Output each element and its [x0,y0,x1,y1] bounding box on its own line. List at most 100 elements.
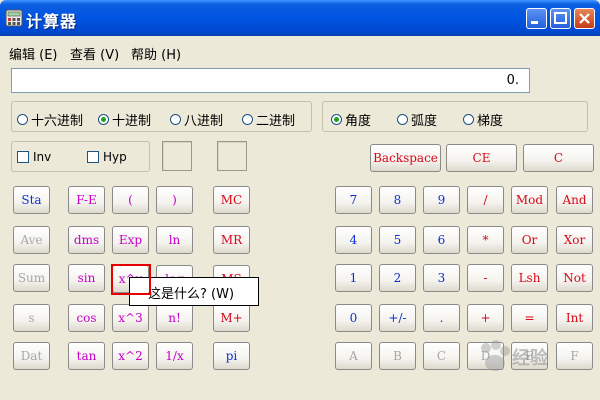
lsh-button[interactable]: Lsh [511,264,548,292]
radio-label: 角度 [345,114,372,129]
radio-oct[interactable]: 八进制 [170,110,223,129]
watermark-text: 经验 [512,348,548,369]
left-paren-button[interactable]: ( [112,186,149,214]
radio-degrees[interactable]: 角度 [331,110,371,129]
parenthesis-indicator [162,141,192,171]
radio-label: 弧度 [411,114,438,129]
equals-button[interactable]: = [511,304,548,332]
checkbox-box [17,151,29,163]
subtract-button[interactable]: - [467,264,504,292]
exp-button[interactable]: Exp [112,226,149,254]
pi-button[interactable]: pi [213,342,250,370]
reciprocal-button[interactable]: 1/x [156,342,193,370]
result-display[interactable]: 0. [11,68,530,93]
x-cubed-button[interactable]: x^3 [112,304,149,332]
s-button[interactable]: s [13,304,50,332]
dat-button[interactable]: Dat [13,342,50,370]
angle-unit-group: 角度 弧度 梯度 [322,101,588,132]
whats-this-label: 这是什么? (W) [148,287,235,302]
window-title: 计算器 [26,12,78,31]
watermark: 经验 [474,330,594,390]
tan-button[interactable]: tan [68,342,105,370]
radio-dot [170,114,181,125]
digit-4-button[interactable]: 4 [335,226,372,254]
x-squared-button[interactable]: x^2 [112,342,149,370]
close-icon [579,13,590,24]
sign-toggle-button[interactable]: +/- [379,304,416,332]
ave-button[interactable]: Ave [13,226,50,254]
hex-b-button[interactable]: B [379,342,416,370]
memory-indicator [217,141,247,171]
highlight-box [111,264,151,295]
backspace-button[interactable]: Backspace [370,144,441,172]
m-plus-button[interactable]: M+ [213,304,250,332]
calculator-icon [5,9,23,27]
radio-dec[interactable]: 十进制 [98,110,151,129]
digit-3-button[interactable]: 3 [423,264,460,292]
multiply-button[interactable]: * [467,226,504,254]
radio-label: 十六进制 [31,114,84,129]
int-button[interactable]: Int [556,304,593,332]
divide-button[interactable]: / [467,186,504,214]
radio-radians[interactable]: 弧度 [397,110,437,129]
maximize-button[interactable] [550,8,571,29]
inv-hyp-group: Inv Hyp [11,141,150,172]
digit-7-button[interactable]: 7 [335,186,372,214]
close-button[interactable] [574,8,595,29]
n-factorial-button[interactable]: n! [156,304,193,332]
hex-a-button[interactable]: A [335,342,372,370]
mc-button[interactable]: MC [213,186,250,214]
title-bar[interactable]: 计算器 [0,0,600,36]
radio-label: 二进制 [256,114,296,129]
digit-8-button[interactable]: 8 [379,186,416,214]
digit-5-button[interactable]: 5 [379,226,416,254]
radio-dot [17,114,28,125]
digit-1-button[interactable]: 1 [335,264,372,292]
sum-button[interactable]: Sum [13,264,50,292]
radio-grads[interactable]: 梯度 [463,110,503,129]
hyp-checkbox[interactable]: Hyp [87,150,127,164]
decimal-point-button[interactable]: . [423,304,460,332]
dms-button[interactable]: dms [68,226,105,254]
radio-label: 八进制 [184,114,224,129]
inv-checkbox[interactable]: Inv [17,150,51,164]
radix-group: 十六进制 十进制 八进制 二进制 [11,101,312,132]
hex-c-button[interactable]: C [423,342,460,370]
right-paren-button[interactable]: ) [156,186,193,214]
calculator-window: 计算器 编辑 (E) 查看 (V) 帮助 (H) 0. 十六进制 十进制 八进制… [0,0,600,400]
xor-button[interactable]: Xor [556,226,593,254]
and-button[interactable]: And [556,186,593,214]
menu-view[interactable]: 查看 (V) [70,44,119,63]
mod-button[interactable]: Mod [511,186,548,214]
digit-9-button[interactable]: 9 [423,186,460,214]
add-button[interactable]: + [467,304,504,332]
checkbox-label: Inv [33,150,52,164]
digit-0-button[interactable]: 0 [335,304,372,332]
menu-bar: 编辑 (E) 查看 (V) 帮助 (H) [0,41,600,63]
radio-dot [397,114,408,125]
minimize-icon [531,21,538,24]
digit-2-button[interactable]: 2 [379,264,416,292]
radio-label: 梯度 [477,114,504,129]
or-button[interactable]: Or [511,226,548,254]
radio-label: 十进制 [112,114,152,129]
ce-button[interactable]: CE [446,144,517,172]
menu-help[interactable]: 帮助 (H) [131,44,181,63]
radio-bin[interactable]: 二进制 [242,110,295,129]
minimize-button[interactable] [526,8,547,29]
radio-dot [242,114,253,125]
sta-button[interactable]: Sta [13,186,50,214]
paw-icon [481,340,510,371]
clear-button[interactable]: C [523,144,594,172]
sin-button[interactable]: sin [68,264,105,292]
ln-button[interactable]: ln [156,226,193,254]
radio-hex[interactable]: 十六进制 [17,110,83,129]
not-button[interactable]: Not [556,264,593,292]
digit-6-button[interactable]: 6 [423,226,460,254]
fe-button[interactable]: F-E [68,186,105,214]
radio-dot-selected [331,114,342,125]
mr-button[interactable]: MR [213,226,250,254]
menu-edit[interactable]: 编辑 (E) [9,44,58,63]
cos-button[interactable]: cos [68,304,105,332]
maximize-icon [554,12,567,24]
